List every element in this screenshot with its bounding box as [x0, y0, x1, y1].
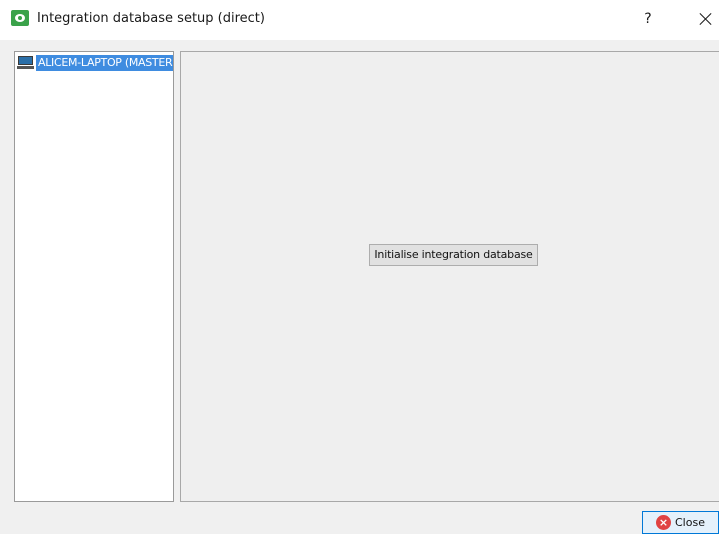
computer-icon	[17, 55, 34, 69]
close-button-label: Close	[675, 516, 705, 529]
server-tree[interactable]: ALICEM-LAPTOP (MASTER)	[14, 51, 174, 502]
help-button[interactable]: ?	[636, 7, 660, 31]
eye-pupil	[18, 16, 22, 20]
initialise-database-button[interactable]: Initialise integration database	[369, 244, 538, 266]
tree-item-label: ALICEM-LAPTOP (MASTER)	[36, 55, 173, 71]
computer-screen	[18, 56, 33, 65]
window-title: Integration database setup (direct)	[37, 11, 265, 26]
close-circle-icon: ×	[656, 515, 671, 530]
content-panel	[180, 51, 719, 502]
dialog-window: Integration database setup (direct) ? AL…	[0, 0, 719, 534]
title-bar: Integration database setup (direct) ?	[0, 0, 719, 40]
computer-base	[17, 66, 34, 69]
app-eye-icon	[11, 10, 29, 26]
tree-item-server[interactable]: ALICEM-LAPTOP (MASTER)	[17, 55, 173, 71]
close-button[interactable]: × Close	[642, 511, 719, 534]
window-close-icon[interactable]	[696, 9, 716, 29]
